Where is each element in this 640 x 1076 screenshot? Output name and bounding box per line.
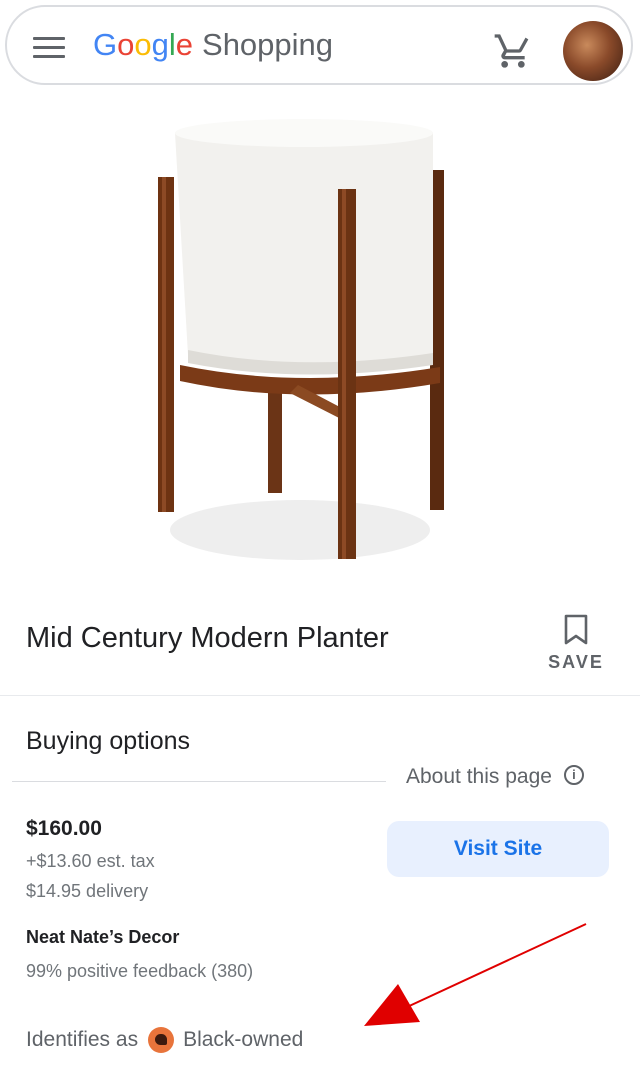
divider: [12, 781, 386, 782]
product-title: Mid Century Modern Planter: [26, 622, 389, 654]
tax-estimate: +$13.60 est. tax: [26, 851, 155, 871]
google-shopping-logo[interactable]: Google Shopping: [93, 27, 333, 63]
delivery-cost: $14.95 delivery: [26, 881, 149, 901]
about-label: About this page: [406, 765, 552, 788]
identifies-prefix: Identifies as: [26, 1028, 139, 1051]
info-icon[interactable]: i: [563, 765, 584, 786]
avatar[interactable]: [563, 21, 623, 81]
logo-letter: g: [151, 27, 169, 62]
seller-feedback: 99% positive feedback (380): [26, 961, 254, 981]
black-owned-attribute: Identifies as Black-owned: [26, 1027, 303, 1053]
search-header: Google Shopping: [5, 5, 633, 85]
save-button[interactable]: SAVE: [546, 614, 606, 673]
black-owned-badge-icon: [148, 1027, 175, 1053]
shopping-cart-icon[interactable]: [493, 31, 533, 71]
logo-letter: e: [175, 27, 194, 62]
buying-options-heading: Buying options: [26, 727, 191, 755]
menu-icon[interactable]: [33, 37, 65, 59]
price: $160.00: [26, 817, 102, 840]
logo-letter: l: [168, 27, 176, 62]
identifies-label: Black-owned: [183, 1028, 304, 1051]
logo-letter: o: [117, 27, 135, 62]
logo-letter: o: [134, 27, 152, 62]
planter-image: [150, 115, 450, 575]
save-label: SAVE: [548, 652, 604, 672]
visit-site-button[interactable]: Visit Site: [387, 821, 609, 877]
seller-name[interactable]: Neat Nate’s Decor: [26, 927, 179, 948]
logo-shopping-text: Shopping: [202, 27, 334, 62]
annotation-arrow-icon: [364, 923, 587, 1026]
divider: [0, 695, 640, 696]
about-this-page-link[interactable]: About this page i: [406, 765, 584, 789]
logo-letter: G: [93, 27, 118, 62]
bookmark-icon: [564, 614, 588, 645]
